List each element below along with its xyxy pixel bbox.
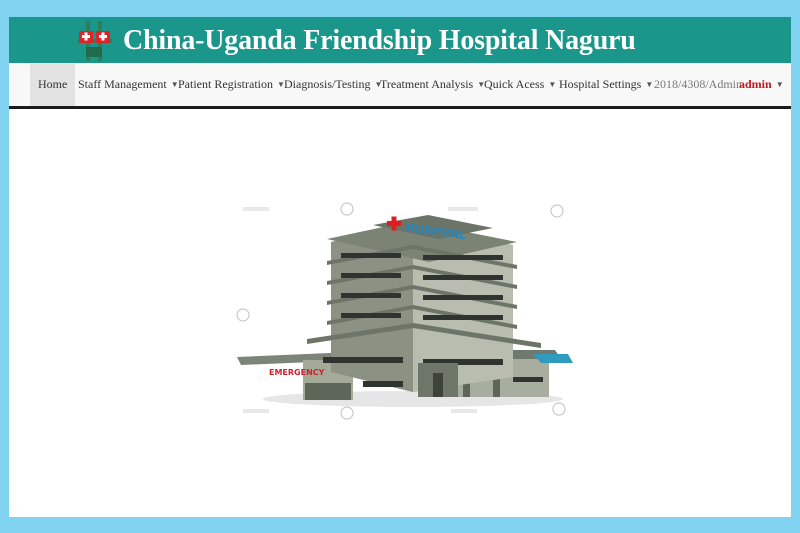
nav-hospital-settings[interactable]: Hospital Settings ▼	[559, 63, 653, 106]
site-header: China-Uganda Friendship Hospital Naguru	[9, 17, 791, 63]
nav-patient-registration[interactable]: Patient Registration ▼	[178, 63, 285, 106]
nav-quick-access-label: Quick Acess	[484, 77, 545, 91]
emergency-sign-text: EMERGENCY	[269, 368, 325, 377]
hospital-building-illustration: HOSPITAL EMERGENCY	[236, 202, 573, 420]
nav-quick-access[interactable]: Quick Acess ▼	[484, 63, 556, 106]
nav-home[interactable]: Home	[30, 63, 76, 106]
nav-user-id-label: 2018/4308/Admin	[654, 77, 743, 91]
nav-hospital-settings-label: Hospital Settings	[559, 77, 642, 91]
nav-user-menu[interactable]: admin ▼	[739, 63, 784, 106]
nav-diagnosis-testing[interactable]: Diagnosis/Testing ▼	[284, 63, 382, 106]
nav-home-label: Home	[38, 77, 68, 91]
nav-treatment-analysis[interactable]: Treatment Analysis ▼	[380, 63, 485, 106]
nav-user-id[interactable]: 2018/4308/Admin	[654, 63, 742, 106]
nav-user-menu-label: admin	[739, 77, 772, 91]
main-navbar: Home Staff Management ▼ Patient Registrat…	[9, 63, 791, 109]
hospital-cross-logo-icon	[78, 21, 112, 61]
nav-treatment-analysis-label: Treatment Analysis	[380, 77, 474, 91]
nav-staff-management-label: Staff Management	[78, 77, 167, 91]
nav-patient-registration-label: Patient Registration	[178, 77, 273, 91]
site-title: China-Uganda Friendship Hospital Naguru	[123, 25, 636, 56]
nav-staff-management[interactable]: Staff Management ▼	[78, 63, 179, 106]
caret-down-icon: ▼	[548, 80, 557, 89]
caret-down-icon: ▼	[775, 80, 784, 89]
caret-down-icon: ▼	[645, 80, 654, 89]
nav-diagnosis-testing-label: Diagnosis/Testing	[284, 77, 371, 91]
page-frame: China-Uganda Friendship Hospital Naguru …	[9, 17, 791, 517]
